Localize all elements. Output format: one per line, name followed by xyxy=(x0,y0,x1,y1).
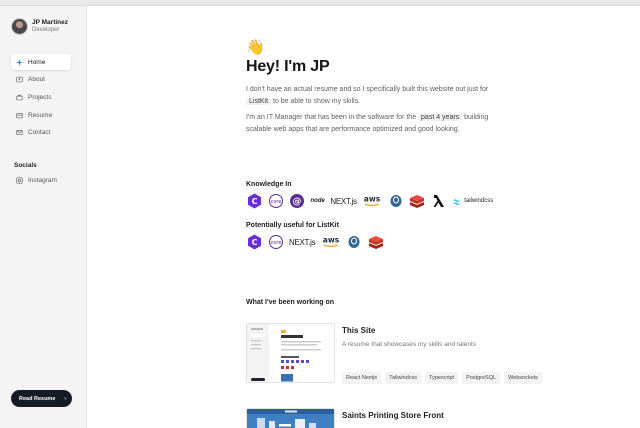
tag-postgresql: PostgreSQL xyxy=(462,372,501,384)
nextjs-logo: NEXT.js xyxy=(330,196,357,206)
blazor-logo: @ xyxy=(289,193,305,209)
sidebar-item-label: Home xyxy=(28,58,46,66)
listkit-logos: C core NEXT.js aws xyxy=(246,234,389,250)
sidebar-item-contact[interactable]: Contact xyxy=(11,125,71,141)
sparkle-icon xyxy=(15,58,23,66)
document-icon xyxy=(15,111,23,119)
tag-websockets: Websockets xyxy=(504,372,542,384)
svg-text:aws: aws xyxy=(364,195,381,204)
tag-tailwindcss: Tailwindcss xyxy=(385,372,422,384)
profile-role: Developer xyxy=(32,26,60,33)
project-description: A resume that showcases my skills and ta… xyxy=(342,341,477,348)
svg-text:aws: aws xyxy=(323,236,340,245)
sidebar-item-label: Projects xyxy=(28,93,52,101)
sidebar-item-label: Contact xyxy=(28,129,51,137)
chevron-right-icon: › xyxy=(64,395,67,402)
csharp-logo: C xyxy=(246,193,262,209)
postgresql-logo xyxy=(388,193,404,209)
sidebar-item-home[interactable]: Home xyxy=(11,54,71,70)
sidebar-item-label: Resume xyxy=(28,111,53,119)
browser-top-bar xyxy=(0,0,640,6)
id-card-icon xyxy=(15,76,23,84)
nextjs-logo: NEXT.js xyxy=(289,237,316,247)
listkit-heading: Potentially useful for ListKit xyxy=(246,222,339,229)
aws-logo: aws xyxy=(362,193,382,209)
tag-react-nextjs: React Nextjs xyxy=(342,372,382,384)
profile-name: JP Martinez xyxy=(32,19,69,27)
sidebar-item-instagram[interactable]: Instagram xyxy=(11,172,57,188)
aws-logo: aws xyxy=(321,234,341,250)
aws-lambda-logo xyxy=(431,193,447,209)
project-title: Saints Printing Store Front xyxy=(342,411,444,420)
redis-logo xyxy=(409,193,425,209)
sidebar: JP Martinez Developer Home About Project… xyxy=(0,6,87,428)
intro-paragraph-1: I don't have an actual resume and so I s… xyxy=(246,86,489,105)
sidebar-item-label: Instagram xyxy=(28,176,57,184)
tailwindcss-logo: tailwindcss xyxy=(452,193,493,209)
sidebar-nav: Home About Projects Resume Contact xyxy=(11,54,71,142)
project-tags: React Nextjs Tailwindcss Typescript Post… xyxy=(342,372,546,384)
svg-text:core: core xyxy=(270,199,281,205)
mail-icon xyxy=(15,129,23,137)
listkit-chip: ListKit xyxy=(246,97,272,105)
nodejs-logo: node xyxy=(310,198,325,204)
page-title: Hey! I'm JP xyxy=(246,58,330,75)
svg-text:C: C xyxy=(251,197,257,206)
svg-text:@: @ xyxy=(293,197,302,207)
project-thumbnail xyxy=(246,408,335,428)
dotnet-core-logo: core xyxy=(268,193,284,209)
svg-text:C: C xyxy=(251,238,257,247)
tag-typescript: Typescript xyxy=(425,372,459,384)
dotnet-core-logo: core xyxy=(268,234,284,250)
project-title: This Site xyxy=(342,326,376,335)
csharp-logo: C xyxy=(246,234,262,250)
knowledge-logos: C core @ node NEXT.js aws tailwindcss xyxy=(246,193,499,209)
socials-heading: Socials xyxy=(14,162,37,169)
instagram-icon xyxy=(15,176,23,184)
project-thumbnail xyxy=(246,323,335,383)
avatar xyxy=(11,18,28,35)
redis-logo xyxy=(368,234,384,250)
read-resume-label: Read Resume xyxy=(19,395,56,402)
sidebar-item-resume[interactable]: Resume xyxy=(11,107,71,123)
svg-text:core: core xyxy=(270,240,281,246)
knowledge-heading: Knowledge In xyxy=(246,181,292,188)
profile: JP Martinez Developer xyxy=(11,18,68,35)
read-resume-button[interactable]: Read Resume › xyxy=(11,390,72,407)
briefcase-icon xyxy=(15,93,23,101)
sidebar-item-label: About xyxy=(28,76,45,84)
waving-hand-icon: 👋 xyxy=(246,39,265,56)
sidebar-item-about[interactable]: About xyxy=(11,72,71,88)
experience-chip: past 4 years xyxy=(418,114,463,121)
work-heading: What I've been working on xyxy=(246,299,335,306)
sidebar-item-projects[interactable]: Projects xyxy=(11,89,71,105)
postgresql-logo xyxy=(346,234,362,250)
intro-paragraph-2: I'm an IT Manager that has been in the s… xyxy=(246,114,489,133)
